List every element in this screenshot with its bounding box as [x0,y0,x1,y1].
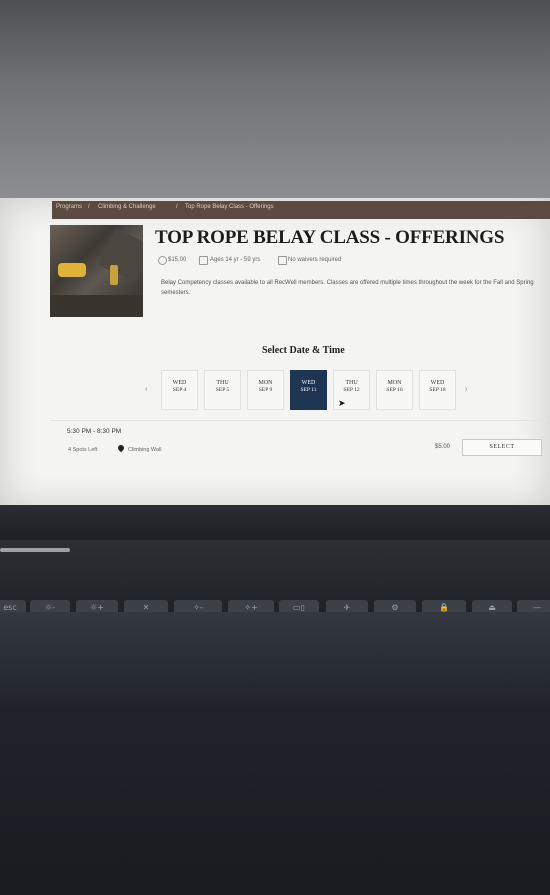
date-label: SEP 12 [343,387,360,393]
ages-meta: Ages 14 yr - 59 yrs [210,257,261,263]
document-icon [278,256,287,265]
divider [50,420,550,421]
date-dow: WED [172,380,187,386]
offering-location: Climbing Wall [128,447,162,453]
date-tile[interactable]: WED SEP 18 [419,370,456,410]
select-button[interactable]: SELECT [462,439,542,456]
breadcrumb-programs[interactable]: Programs [56,204,82,210]
next-dates-arrow[interactable]: › [465,386,467,393]
date-tile-selected[interactable]: WED SEP 11 [290,370,327,410]
price-tag-icon [158,256,167,265]
breadcrumb-separator: / [88,204,90,210]
program-image [50,225,143,317]
photo-foreground [0,612,550,895]
date-dow: THU [216,380,229,386]
offering-price: $5.00 [435,444,451,450]
date-label: SEP 5 [215,387,230,393]
page-title: TOP ROPE BELAY CLASS - OFFERINGS [155,227,505,248]
laptop-screen: Programs / Climbing & Challenge / Top Ro… [0,198,550,510]
date-tile[interactable]: THU SEP 5 [204,370,241,410]
offering-time: 5:30 PM - 8:30 PM [67,428,122,435]
date-label: SEP 16 [386,387,403,393]
date-dow: THU [345,380,358,386]
price-meta: $15.00 [168,257,187,263]
waiver-meta: No waivers required [288,257,342,263]
date-label: SEP 11 [300,387,317,393]
date-label: SEP 9 [258,387,273,393]
date-tile[interactable]: MON SEP 9 [247,370,284,410]
date-tile[interactable]: MON SEP 16 [376,370,413,410]
breadcrumb-climbing[interactable]: Climbing & Challenge [98,204,156,210]
spots-left: 4 Spots Left [68,447,98,453]
mouse-cursor-icon: ➤ [338,398,346,408]
calendar-icon [199,256,208,265]
program-description: Belay Competency classes available to al… [161,280,534,296]
date-label: SEP 4 [172,387,187,393]
prev-dates-arrow[interactable]: ‹ [145,386,147,393]
date-dow: MON [387,380,402,386]
date-dow: WED [430,380,445,386]
breadcrumb-separator: / [176,204,178,210]
date-tile[interactable]: WED SEP 4 [161,370,198,410]
date-dow: WED [301,380,316,386]
date-dow: MON [258,380,273,386]
breadcrumb: Programs / Climbing & Challenge / Top Ro… [52,201,550,219]
select-date-heading: Select Date & Time [262,345,345,356]
location-pin-icon [116,443,126,453]
deck-highlight [0,548,70,552]
photo-background [0,0,550,200]
date-label: SEP 18 [429,387,446,393]
breadcrumb-current: Top Rope Belay Class - Offerings [185,204,274,210]
laptop-bezel [0,505,550,545]
